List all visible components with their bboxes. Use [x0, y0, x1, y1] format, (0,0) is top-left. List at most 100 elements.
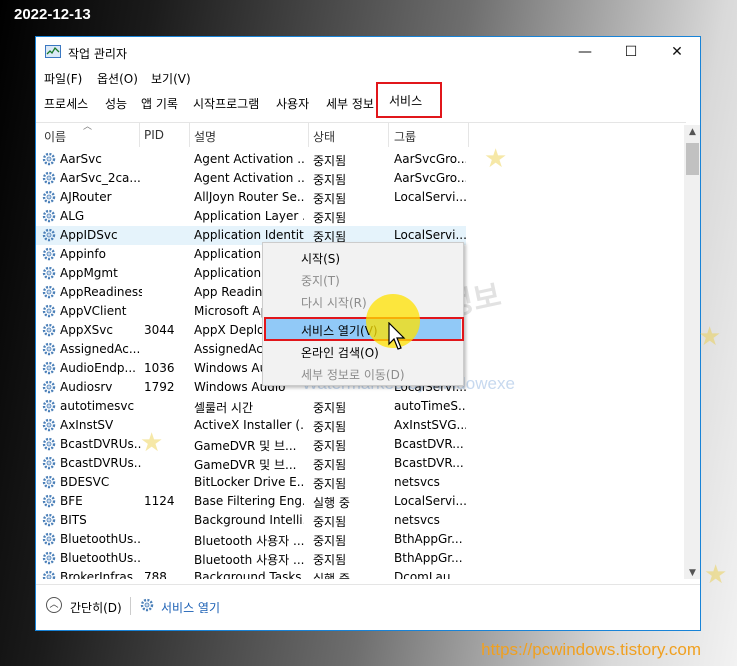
- menu-file[interactable]: 파일(F): [44, 70, 82, 87]
- service-group: AarSvcGro...: [394, 171, 466, 185]
- service-group: BthAppGr...: [394, 551, 463, 565]
- service-group: AxInstSVG...: [394, 418, 466, 432]
- service-group: LocalServi...: [394, 190, 466, 204]
- service-pid: 788: [144, 570, 167, 579]
- service-name: BluetoothUs...: [60, 551, 142, 565]
- service-row[interactable]: AJRouter AllJoyn Router Se... 중지됨 LocalServ…: [36, 188, 686, 207]
- service-status: 중지됨: [313, 515, 347, 529]
- service-status: 중지됨: [313, 154, 347, 168]
- column-pid[interactable]: PID: [144, 128, 164, 142]
- service-row[interactable]: BITS Background Intelli... 중지됨 netsvcs: [36, 511, 686, 530]
- maximize-button[interactable]: ☐: [608, 37, 654, 67]
- service-name: autotimesvc: [60, 399, 135, 413]
- service-group: BthAppGr...: [394, 532, 463, 546]
- scroll-down-icon[interactable]: ▼: [684, 568, 700, 578]
- service-row[interactable]: BFE 1124 Base Filtering Eng... 실행 중 LocalSer…: [36, 492, 686, 511]
- context-go-to-details[interactable]: 세부 정보로 이동(D): [301, 366, 405, 383]
- service-description: Bluetooth 사용자 ...: [194, 534, 304, 548]
- gear-icon: [42, 209, 56, 223]
- service-description: Agent Activation ...: [194, 171, 304, 185]
- service-row[interactable]: BDESVC BitLocker Drive E... 중지됨 netsvcs: [36, 473, 686, 492]
- service-row[interactable]: BcastDVRUs... GameDVR 및 브... 중지됨 BcastDVR..…: [36, 454, 686, 473]
- service-pid: 1036: [144, 361, 175, 375]
- context-start[interactable]: 시작(S): [301, 250, 340, 267]
- footer-divider: [130, 597, 131, 615]
- context-restart[interactable]: 다시 시작(R): [301, 294, 367, 311]
- context-stop[interactable]: 중지(T): [301, 272, 340, 289]
- service-status: 중지됨: [313, 477, 347, 491]
- column-divider[interactable]: [468, 123, 469, 147]
- gear-icon: [42, 152, 56, 166]
- service-row[interactable]: AxInstSV ActiveX Installer (... 중지됨 AxInstS…: [36, 416, 686, 435]
- service-description: AllJoyn Router Se...: [194, 190, 304, 204]
- service-group: netsvcs: [394, 513, 440, 527]
- star-decoration-icon: ★: [140, 428, 164, 458]
- service-group: DcomLau...: [394, 570, 462, 579]
- service-group: autoTimeS...: [394, 399, 466, 413]
- close-button[interactable]: ✕: [654, 37, 700, 67]
- service-name: BFE: [60, 494, 83, 508]
- column-status[interactable]: 상태: [313, 128, 335, 145]
- service-group: LocalServi...: [394, 494, 466, 508]
- minimize-button[interactable]: —: [562, 37, 608, 67]
- column-group[interactable]: 그룹: [394, 128, 416, 145]
- star-decoration-icon: ★: [484, 144, 508, 174]
- service-status: 중지됨: [313, 211, 347, 225]
- service-row[interactable]: ALG Application Layer ... 중지됨: [36, 207, 686, 226]
- gear-icon: [42, 304, 56, 318]
- site-url: https://pcwindows.tistory.com: [481, 640, 701, 659]
- service-pid: 3044: [144, 323, 175, 337]
- service-name: AudioEndp...: [60, 361, 136, 375]
- gear-icon: [42, 190, 56, 204]
- service-group: netsvcs: [394, 475, 440, 489]
- service-row[interactable]: AarSvc Agent Activation ... 중지됨 AarSvcGro..…: [36, 150, 686, 169]
- service-row[interactable]: BcastDVRUs... GameDVR 및 브... 중지됨 BcastDVR..…: [36, 435, 686, 454]
- star-decoration-icon: ★: [704, 560, 728, 590]
- column-name[interactable]: 이름: [44, 128, 66, 145]
- column-divider[interactable]: [189, 123, 190, 147]
- service-description: 셀룰러 시간: [194, 401, 254, 415]
- service-description: Background Intelli...: [194, 513, 304, 527]
- tab-startup[interactable]: 시작프로그램: [193, 95, 259, 112]
- service-name: BITS: [60, 513, 87, 527]
- vertical-scrollbar[interactable]: ▲ ▼: [684, 125, 700, 579]
- service-row[interactable]: BrokerInfras...788 Background Tasks ... 실행…: [36, 568, 686, 579]
- tab-bar: 프로세스 성능 앱 기록 시작프로그램 사용자 세부 정보 서비스: [36, 88, 700, 122]
- menu-view[interactable]: 보기(V): [151, 70, 191, 87]
- scroll-thumb[interactable]: [686, 143, 699, 175]
- service-name: BrokerInfras...: [60, 570, 142, 579]
- tab-performance[interactable]: 성능: [105, 95, 127, 112]
- gear-icon: [42, 456, 56, 470]
- services-tab-highlight-box: [376, 82, 442, 118]
- service-row[interactable]: BluetoothUs... Bluetooth 사용자 ... 중지됨 BthApp…: [36, 530, 686, 549]
- service-row[interactable]: BluetoothUs... Bluetooth 사용자 ... 중지됨 BthApp…: [36, 549, 686, 568]
- tab-processes[interactable]: 프로세스: [44, 95, 88, 112]
- service-group: BcastDVR...: [394, 437, 464, 451]
- tab-details[interactable]: 세부 정보: [326, 95, 374, 112]
- service-name: AppReadiness: [60, 285, 142, 299]
- service-status: 중지됨: [313, 553, 347, 567]
- gear-icon: [42, 342, 56, 356]
- gear-icon: [42, 228, 56, 242]
- service-description: BitLocker Drive E...: [194, 475, 304, 489]
- menu-options[interactable]: 옵션(O): [97, 70, 138, 87]
- gear-icon: [42, 513, 56, 527]
- scroll-up-icon[interactable]: ▲: [684, 127, 700, 137]
- gear-icon: [42, 361, 56, 375]
- window-title: 작업 관리자: [68, 47, 128, 61]
- service-name: BcastDVRUs...: [60, 456, 142, 470]
- gear-icon: [42, 399, 56, 413]
- column-divider[interactable]: [308, 123, 309, 147]
- collapse-icon[interactable]: ︿: [46, 597, 62, 613]
- service-row[interactable]: AarSvc_2ca... Agent Activation ... 중지됨 AarS…: [36, 169, 686, 188]
- tab-app-history[interactable]: 앱 기록: [141, 95, 178, 112]
- menu-bar: 파일(F) 옵션(O) 보기(V): [36, 67, 700, 88]
- column-description[interactable]: 설명: [194, 128, 216, 145]
- less-details-button[interactable]: 간단히(D): [70, 599, 122, 616]
- column-divider[interactable]: [388, 123, 389, 147]
- service-status: 중지됨: [313, 420, 347, 434]
- context-search-online[interactable]: 온라인 검색(O): [301, 344, 379, 361]
- service-row[interactable]: autotimesvc 셀룰러 시간 중지됨 autoTimeS...: [36, 397, 686, 416]
- column-divider[interactable]: [139, 123, 140, 147]
- tab-users[interactable]: 사용자: [276, 95, 309, 112]
